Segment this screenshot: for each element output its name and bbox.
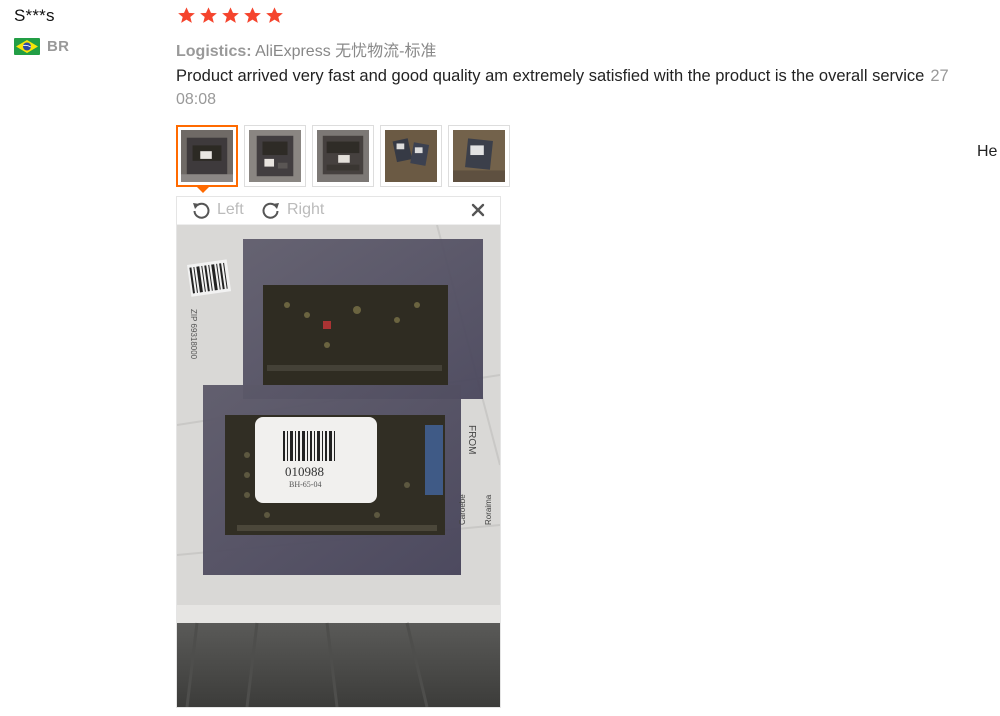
reviewer-name: S***s [14, 6, 55, 25]
photo-town2-text: Roraima [484, 494, 493, 525]
star-icon [244, 7, 261, 23]
close-icon [471, 203, 485, 217]
star-icon [200, 7, 217, 23]
country-code: BR [47, 38, 70, 55]
review-time: 08:08 [176, 91, 217, 108]
review-date: 27 [930, 67, 949, 85]
thumbnail-image [317, 130, 369, 182]
star-icon [222, 7, 239, 23]
rotate-right-label: Right [287, 201, 325, 218]
photo-barcode-sub: BH-65-04 [289, 480, 321, 489]
photo-thumbnails [176, 125, 510, 187]
thumbnail-image [181, 130, 233, 182]
photo-thumbnail[interactable] [448, 125, 510, 187]
rotate-right-button[interactable]: Right [261, 200, 324, 220]
star-icon [266, 7, 283, 23]
photo-town1-text: Caroebe [458, 494, 467, 525]
rotate-left-label: Left [217, 201, 244, 218]
rotate-right-icon [262, 202, 279, 219]
photo-barcode-number: 010988 [285, 464, 324, 479]
thumbnail-image [385, 130, 437, 182]
review-text: Product arrived very fast and good quali… [176, 67, 925, 85]
photo-thumbnail[interactable] [244, 125, 306, 187]
photo-zip-text: ZIP 69318000 [189, 309, 198, 360]
logistics-label: Logistics: [176, 43, 252, 60]
photo-thumbnail[interactable] [380, 125, 442, 187]
thumbnail-image [249, 130, 301, 182]
logistics-value: AliExpress 无忧物流-标准 [255, 43, 437, 60]
review-text-line: Product arrived very fast and good quali… [176, 67, 949, 86]
review-photo-large: ZIP 69318000 010988 BH-65-04 FROM Caroeb… [177, 225, 500, 707]
photo-from-text: FROM [466, 425, 477, 454]
thumbnail-image [453, 130, 505, 182]
viewer-toolbar: Left Right [177, 197, 500, 225]
logistics-info: Logistics: AliExpress 无忧物流-标准 [176, 37, 436, 61]
reviewer-country: BR [14, 38, 69, 55]
brazil-flag-icon [14, 38, 40, 55]
helpful-link[interactable]: He [977, 143, 997, 161]
image-viewer: Left Right ZIP 69318000 010988 BH-65-04 … [176, 196, 501, 708]
photo-thumbnail[interactable] [176, 125, 238, 187]
rating-stars [177, 6, 284, 25]
rotate-left-button[interactable]: Left [191, 200, 244, 220]
star-icon [178, 7, 195, 23]
photo-thumbnail[interactable] [312, 125, 374, 187]
rotate-left-icon [193, 202, 210, 219]
active-thumbnail-pointer [196, 186, 210, 193]
close-viewer-button[interactable] [470, 202, 486, 218]
